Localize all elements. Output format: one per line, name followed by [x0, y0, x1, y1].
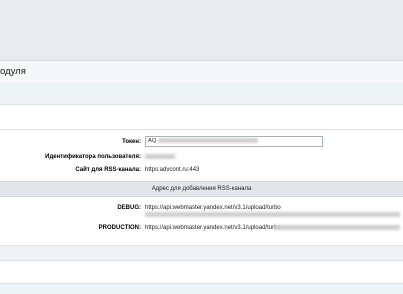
panel-row [0, 284, 403, 294]
token-label: Токен: [122, 139, 141, 145]
panel-row [0, 105, 403, 130]
rss-site-row: Сайт для RSS-канала: https:advcont.ru:44… [0, 164, 403, 178]
debug-row: DEBUG: https://api.webmaster.yandex.net/… [0, 203, 403, 218]
endpoints-area: DEBUG: https://api.webmaster.yandex.net/… [0, 197, 403, 246]
rss-site-label: Сайт для RSS-канала: [75, 167, 141, 173]
debug-url-redacted [145, 212, 400, 218]
user-id-redacted [145, 154, 175, 159]
section-title: Адрес для добавления RSS-канала [0, 181, 403, 197]
panel-row [0, 246, 403, 261]
debug-url[interactable]: https://api.webmaster.yandex.net/v3.1/up… [145, 205, 281, 211]
page-title: одуля [0, 66, 26, 77]
panel-row [0, 261, 403, 284]
settings-form: Токен: AQ Идентификатора пользователя: С… [0, 130, 403, 181]
panel-row [0, 83, 403, 105]
production-row: PRODUCTION: https://api.webmaster.yandex… [0, 223, 403, 235]
token-value: AQ [148, 138, 157, 144]
top-toolbar-area [0, 0, 403, 60]
user-id-label: Идентификатора пользователя: [45, 154, 141, 160]
production-url[interactable]: https://api.webmaster.yandex.net/v3.1/up… [145, 225, 281, 231]
module-title-bar: одуля [0, 60, 403, 84]
production-url-redacted [275, 225, 400, 231]
token-redacted [158, 137, 259, 143]
token-input[interactable]: AQ [145, 136, 323, 147]
token-row: Токен: AQ [0, 136, 403, 150]
debug-label: DEBUG: [117, 205, 141, 211]
production-label: PRODUCTION: [98, 225, 141, 231]
user-id-row: Идентификатора пользователя: [0, 151, 403, 165]
user-id-value [145, 154, 175, 160]
rss-site-value: https:advcont.ru:443 [145, 167, 200, 173]
